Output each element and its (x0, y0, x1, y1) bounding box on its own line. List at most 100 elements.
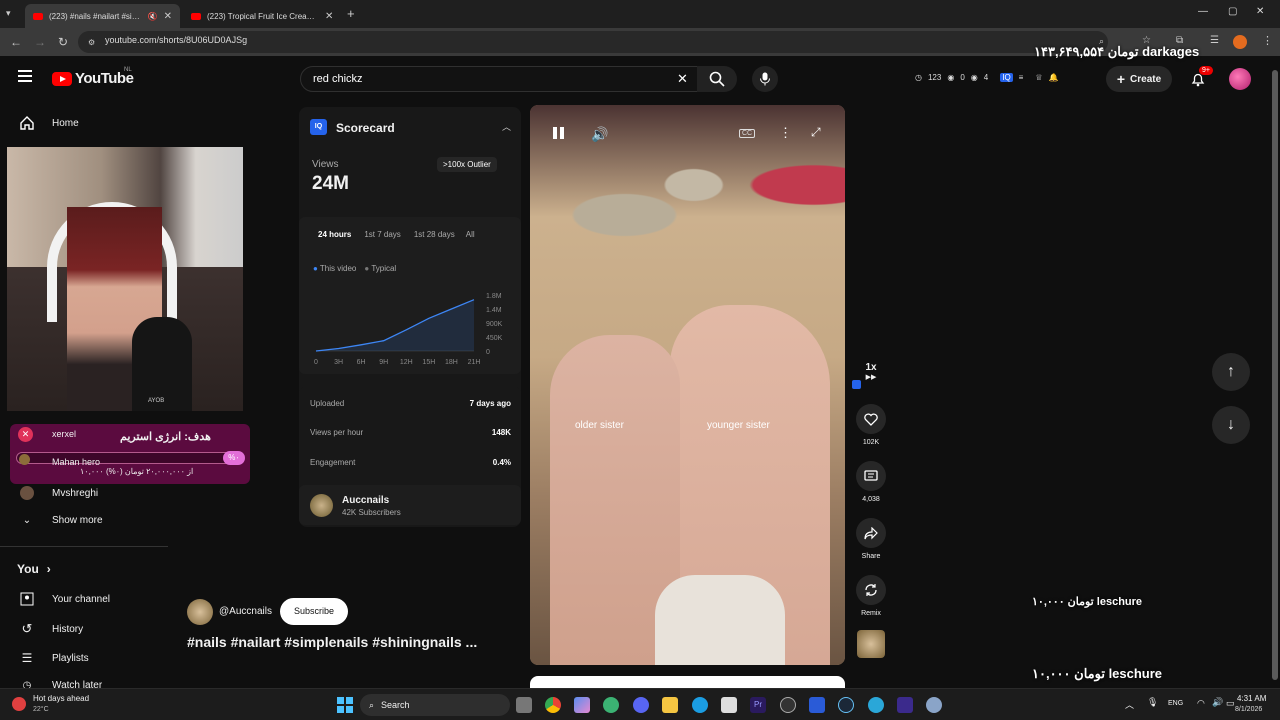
video-channel-avatar[interactable] (187, 599, 213, 625)
reading-list-icon[interactable]: ☰ (1210, 35, 1219, 46)
browser-tab-2[interactable]: (223) Tropical Fruit Ice Cream M ✕ (183, 4, 343, 28)
page-scrollbar[interactable] (1270, 60, 1280, 688)
sidebar-item-subscription[interactable]: Mvshreghi (17, 486, 98, 500)
arrow-down-icon: ↓ (1227, 416, 1235, 433)
language-indicator[interactable]: ENG (1168, 700, 1183, 707)
discord-icon[interactable] (633, 697, 649, 713)
wifi-icon[interactable]: ◠ (1197, 698, 1205, 709)
subscribe-button[interactable]: Subscribe (280, 598, 348, 625)
sidebar-item-watch-later[interactable]: ◷ Watch later (17, 680, 103, 688)
clear-search-icon[interactable]: ✕ (677, 71, 688, 87)
previous-short-button[interactable]: ↑ (1212, 353, 1250, 391)
create-button[interactable]: + Create (1106, 66, 1172, 92)
remix-button[interactable]: Remix (856, 575, 886, 617)
like-button[interactable]: 102K (856, 404, 886, 446)
speaker-icon[interactable]: 🔊 (1212, 697, 1223, 708)
steam-icon[interactable] (838, 697, 854, 713)
trophy-icon[interactable]: ♕ (1035, 73, 1042, 82)
more-options-icon[interactable]: ⋮ (779, 125, 792, 141)
profile-avatar[interactable] (1233, 35, 1247, 49)
store-icon[interactable] (721, 697, 737, 713)
browser-menu-icon[interactable]: ⋮ (1262, 34, 1273, 47)
start-button-icon[interactable] (337, 697, 353, 713)
url-text[interactable]: youtube.com/shorts/8U06UD0AJSg (105, 35, 247, 45)
file-explorer-icon[interactable] (662, 697, 678, 713)
x-tick-label: 3H (334, 359, 343, 366)
battery-icon[interactable]: ▭ (1226, 698, 1235, 709)
playback-speed-button[interactable]: 1x ▶▶ (857, 362, 885, 381)
period-tab-7d[interactable]: 1st 7 days (364, 230, 400, 239)
share-button[interactable]: Share (856, 518, 886, 560)
weather-title[interactable]: Hot days ahead (33, 694, 89, 703)
close-tab-icon[interactable]: ✕ (325, 11, 333, 22)
fullscreen-icon[interactable]: ⤢ (811, 125, 821, 140)
remix-label: Remix (861, 610, 881, 617)
voice-search-button[interactable] (752, 66, 778, 92)
volume-icon[interactable]: 🔊 (591, 126, 608, 143)
alert-icon[interactable]: 🔔 (1049, 73, 1059, 82)
minimize-button[interactable]: — (1198, 6, 1208, 17)
browser-tab-1[interactable]: (223) #nails #nailart #simplen 🔇 ✕ (25, 4, 180, 28)
new-tab-button[interactable]: + (347, 6, 355, 21)
premiere-icon[interactable]: Pr (750, 697, 766, 713)
channel-card[interactable]: Auccnails 42K Subscribers (299, 485, 521, 525)
close-tab-icon[interactable]: ✕ (164, 11, 172, 22)
site-info-icon[interactable]: ⚙ (88, 38, 95, 47)
youtube-logo[interactable]: YouTube NL (52, 67, 134, 87)
sound-thumbnail[interactable] (857, 630, 885, 658)
legend-this-video: ● This video (313, 264, 356, 273)
next-short-button[interactable]: ↓ (1212, 406, 1250, 444)
stats-icon[interactable] (809, 697, 825, 713)
reload-icon[interactable]: ↻ (58, 35, 68, 49)
tab-list-button[interactable]: ▾ (6, 8, 11, 19)
sidebar-item-history[interactable]: ↺ History (17, 621, 84, 637)
period-tab-all[interactable]: All (466, 230, 475, 239)
taskbar-search[interactable]: ⌕ Search (360, 694, 510, 716)
period-tab-28d[interactable]: 1st 28 days (414, 230, 455, 239)
youtube-play-icon (52, 71, 72, 86)
video-channel-handle[interactable]: @Auccnails (219, 606, 272, 617)
tray-mic-icon[interactable]: 🎙 (1147, 697, 1158, 708)
close-goal-icon: ✕ (18, 427, 33, 442)
back-icon[interactable]: ← (10, 35, 22, 49)
edge-dev-icon[interactable] (603, 697, 619, 713)
search-input[interactable]: red chickz ✕ (300, 66, 700, 92)
weather-icon[interactable] (12, 697, 26, 711)
app-icon[interactable] (868, 697, 884, 713)
edge-icon[interactable] (692, 697, 708, 713)
captions-button[interactable]: CC (739, 129, 756, 138)
copilot-icon[interactable] (574, 697, 590, 713)
vidiq-icon[interactable]: IQ (1000, 73, 1013, 82)
search-button[interactable] (697, 66, 737, 92)
obs-icon[interactable] (780, 697, 796, 713)
notifications-button[interactable]: 9+ (1190, 66, 1213, 92)
tray-chevron-icon[interactable]: ︿ (1125, 698, 1134, 711)
sidebar-item-your-channel[interactable]: Your channel (17, 592, 110, 606)
account-avatar[interactable] (1229, 68, 1251, 90)
scrollbar-thumb[interactable] (1272, 70, 1278, 680)
pause-icon[interactable] (553, 127, 564, 139)
forward-icon[interactable]: → (34, 35, 46, 49)
sidebar-divider (0, 546, 168, 547)
sidebar-item-playlists[interactable]: ☰ Playlists (17, 651, 89, 665)
sidebar-you-heading[interactable]: You › (17, 562, 51, 576)
list-icon[interactable]: ≡ (1019, 73, 1024, 82)
settings-icon[interactable] (926, 697, 942, 713)
clock-time[interactable]: 4:31 AM (1237, 694, 1266, 703)
shorts-video-player[interactable]: 🔊 CC ⋮ ⤢ older sister younger sister (530, 105, 845, 665)
task-view-icon[interactable] (516, 697, 532, 713)
collapse-icon[interactable]: ︿ (502, 120, 511, 133)
sidebar-item-home[interactable]: Home (17, 115, 79, 131)
comments-button[interactable]: 4,038 (856, 461, 886, 503)
arrow-up-icon: ↑ (1227, 363, 1235, 380)
period-tab-24h[interactable]: 24 hours (318, 230, 351, 239)
maximize-button[interactable]: ▢ (1228, 6, 1237, 17)
vpn-icon[interactable] (897, 697, 913, 713)
sidebar-show-more[interactable]: ⌄ Show more (17, 515, 103, 526)
chrome-icon[interactable] (545, 697, 561, 713)
hamburger-menu-icon[interactable] (18, 70, 32, 82)
clock-date[interactable]: 8/1/2026 (1235, 706, 1262, 713)
mute-icon[interactable]: 🔇 (148, 12, 158, 21)
video-title[interactable]: #nails #nailart #simplenails #shiningnai… (187, 634, 477, 650)
close-window-button[interactable]: ✕ (1256, 6, 1264, 17)
